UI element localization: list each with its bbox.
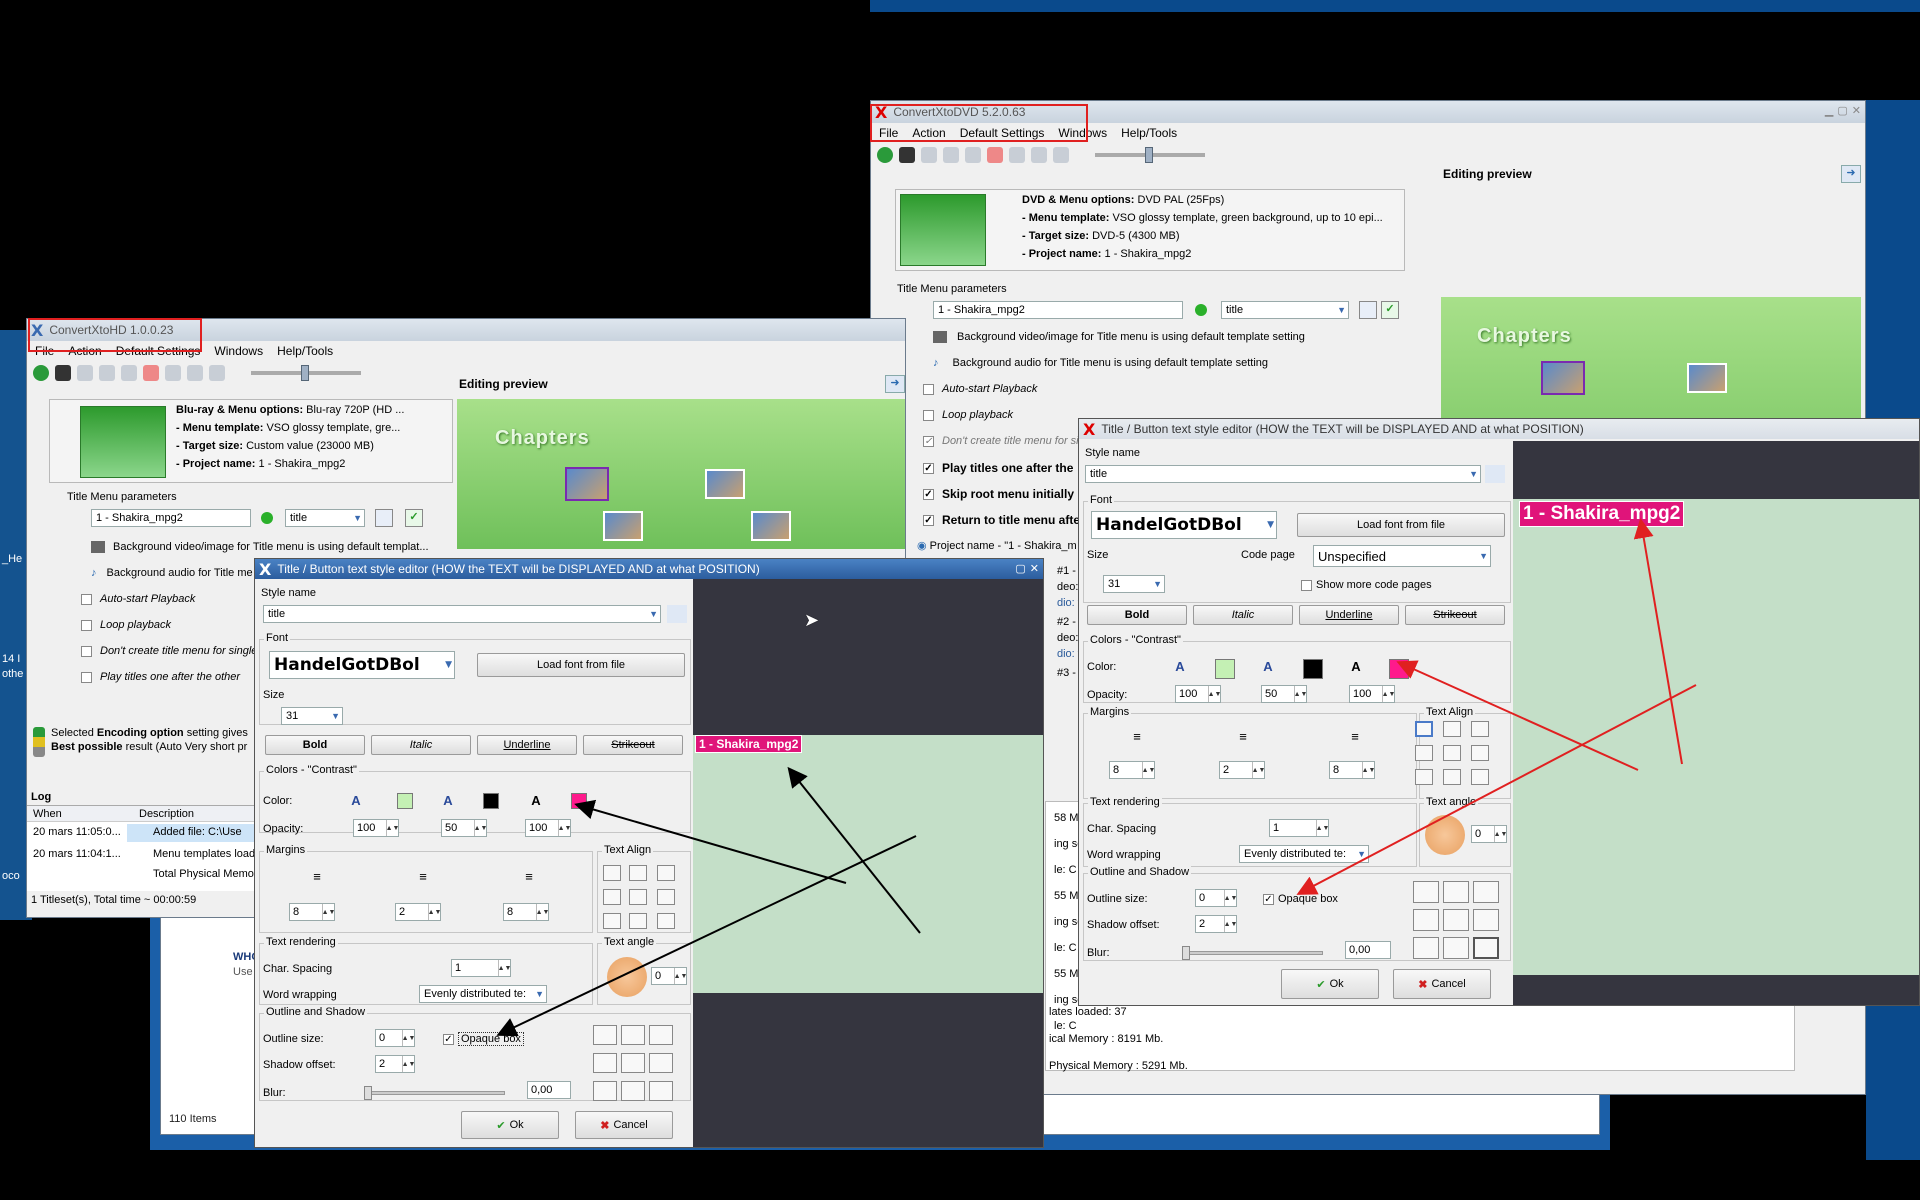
annotation-arrows-right — [1296, 518, 1697, 895]
annotation-arrows-left — [496, 766, 921, 1037]
annotation-layer — [496, 518, 1697, 1037]
mouse-cursor-icon: ➤ — [804, 610, 820, 630]
